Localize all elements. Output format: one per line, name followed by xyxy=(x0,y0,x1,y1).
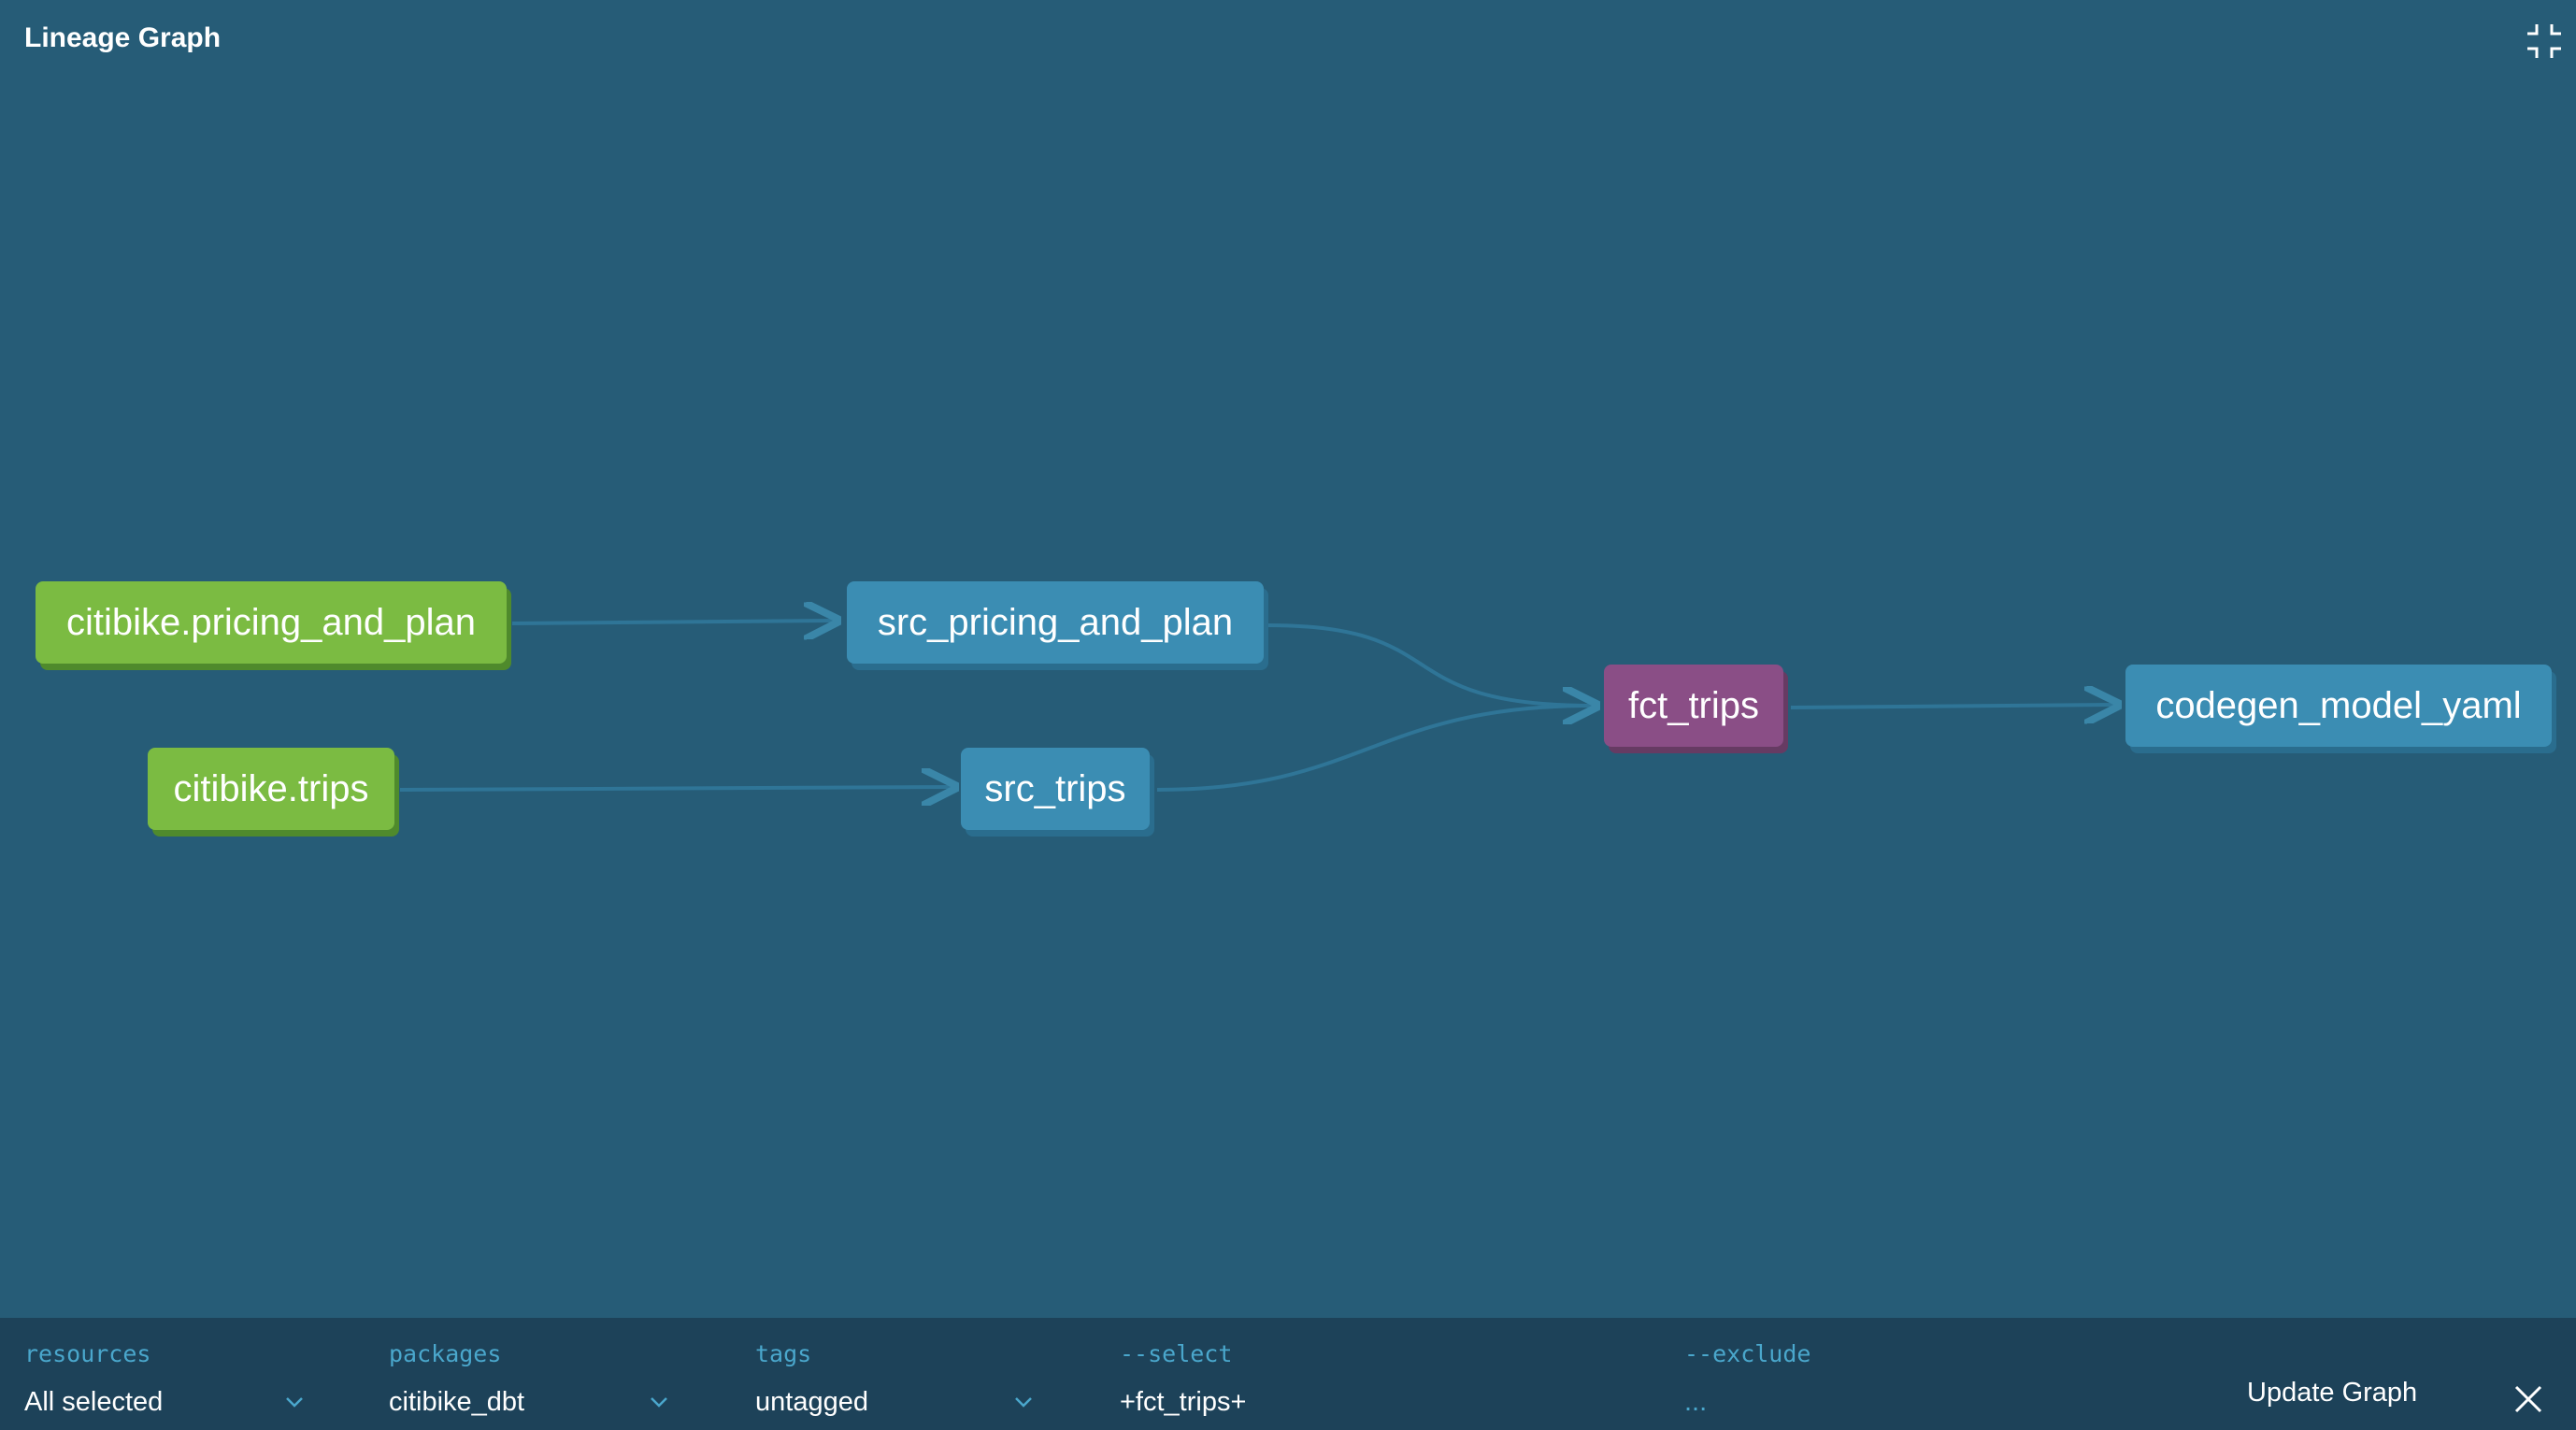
select-filter[interactable]: --select +fct_trips+ xyxy=(1120,1340,1246,1417)
chevron-down-icon[interactable] xyxy=(649,1394,669,1409)
exclude-input[interactable]: ... xyxy=(1684,1387,1707,1418)
close-icon[interactable] xyxy=(2512,1383,2544,1415)
chevron-down-icon[interactable] xyxy=(284,1394,305,1409)
node-src-pricing-and-plan[interactable]: src_pricing_and_plan xyxy=(847,581,1264,664)
node-codegen-model-yaml[interactable]: codegen_model_yaml xyxy=(2125,665,2552,747)
edge-pricing-to-src-pricing xyxy=(511,621,834,623)
exclude-label: --exclude xyxy=(1684,1340,1811,1367)
resources-filter[interactable]: resources All selected xyxy=(24,1340,303,1417)
packages-label: packages xyxy=(389,1340,502,1367)
tags-value[interactable]: untagged xyxy=(755,1387,868,1418)
node-fct-trips[interactable]: fct_trips xyxy=(1604,665,1783,747)
node-citibike-trips[interactable]: citibike.trips xyxy=(148,748,394,830)
node-src-trips[interactable]: src_trips xyxy=(961,748,1150,830)
edge-src-trips-to-fct xyxy=(1156,706,1593,792)
filter-bar: resources All selected packages citibike… xyxy=(0,1318,2576,1430)
update-graph-button[interactable]: Update Graph xyxy=(2247,1378,2417,1409)
edge-src-pricing-to-fct xyxy=(1267,623,1593,706)
exclude-filter[interactable]: --exclude ... xyxy=(1684,1340,1811,1417)
packages-filter[interactable]: packages citibike_dbt xyxy=(389,1340,667,1417)
resources-value[interactable]: All selected xyxy=(24,1387,163,1418)
packages-value[interactable]: citibike_dbt xyxy=(389,1387,524,1418)
resources-label: resources xyxy=(24,1340,151,1367)
chevron-down-icon[interactable] xyxy=(1013,1394,1034,1409)
node-citibike-pricing-and-plan[interactable]: citibike.pricing_and_plan xyxy=(36,581,507,664)
tags-label: tags xyxy=(755,1340,812,1367)
lineage-graph-canvas[interactable]: citibike.pricing_and_plan citibike.trips… xyxy=(0,0,2576,1318)
select-label: --select xyxy=(1120,1340,1233,1367)
tags-filter[interactable]: tags untagged xyxy=(755,1340,1032,1417)
edge-fct-to-codegen xyxy=(1790,705,2114,708)
edge-trips-to-src-trips xyxy=(399,787,952,790)
select-input[interactable]: +fct_trips+ xyxy=(1120,1387,1246,1418)
